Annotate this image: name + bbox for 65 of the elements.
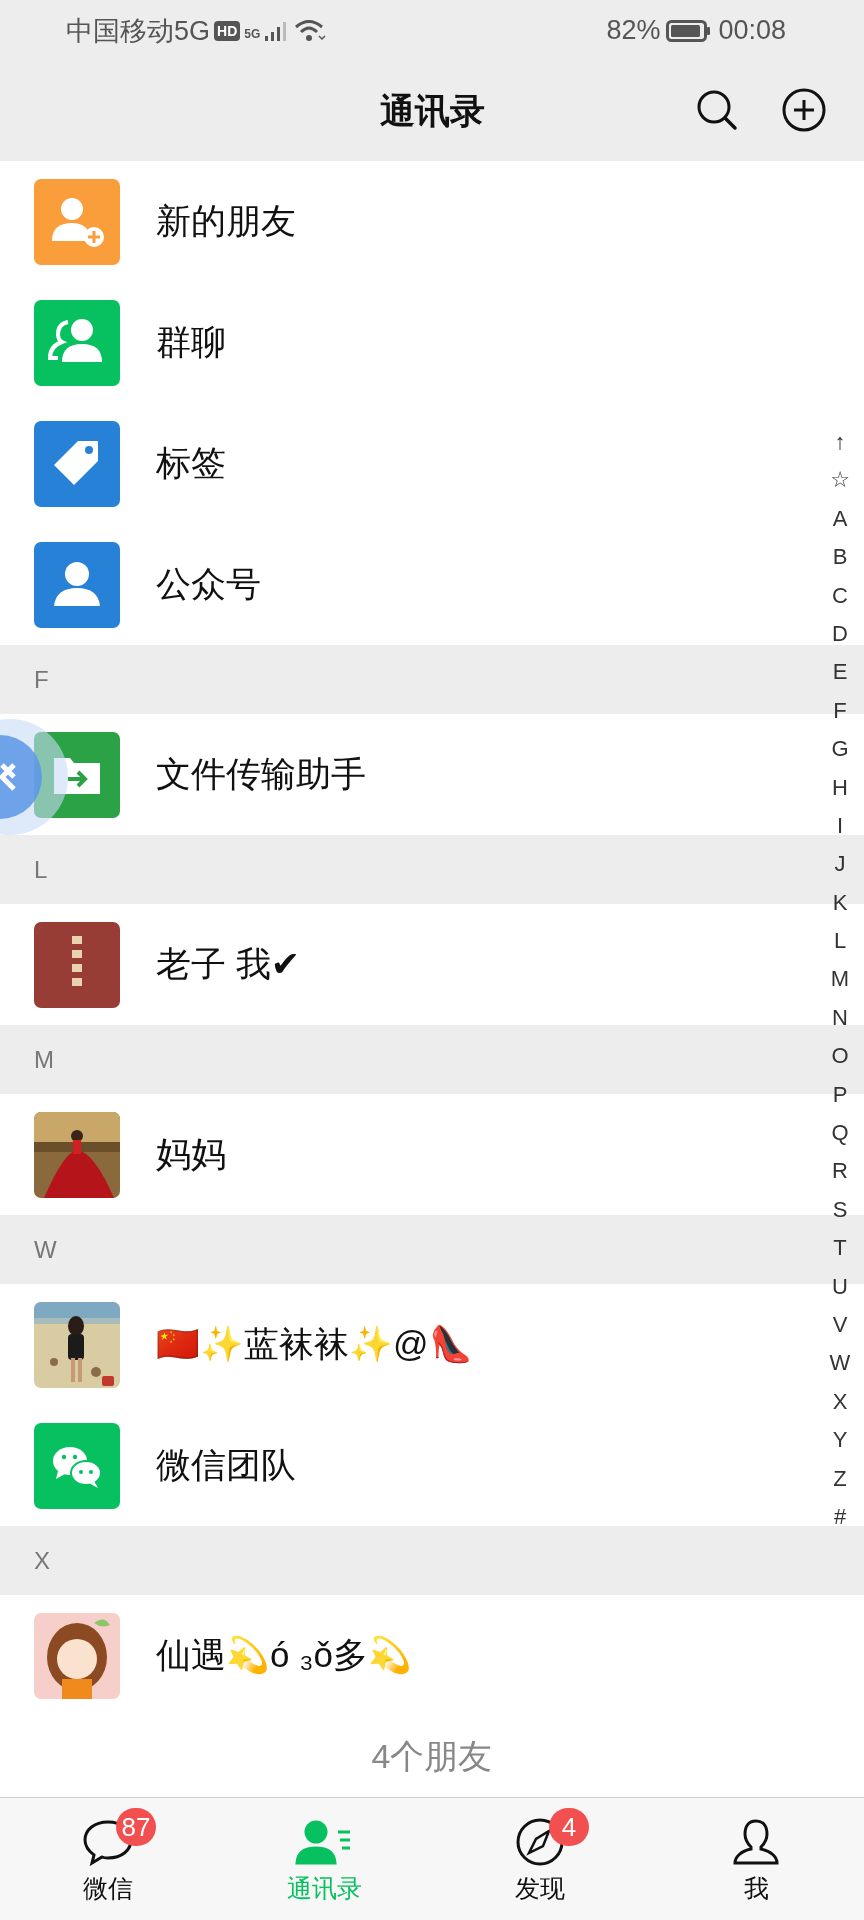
page-title: 通讯录: [379, 89, 485, 132]
nav-tab[interactable]: 4 发现: [432, 1798, 648, 1920]
index-letter[interactable]: Z: [833, 1459, 847, 1498]
index-letter[interactable]: L: [833, 922, 847, 961]
contact-name: 妈妈: [156, 1133, 226, 1175]
person-plus-icon: [34, 178, 120, 265]
index-letter[interactable]: A: [832, 499, 848, 539]
add-icon[interactable]: [782, 88, 826, 132]
person-icon: [34, 541, 120, 628]
index-letter[interactable]: H: [832, 768, 848, 807]
clock-time: 00:08: [718, 15, 786, 46]
nav-tab[interactable]: 87 微信: [0, 1798, 216, 1920]
index-letter[interactable]: #: [833, 1497, 847, 1537]
section-letter: M: [34, 1045, 54, 1074]
index-letter[interactable]: K: [832, 883, 848, 923]
contact-name: 老子 我✔: [156, 943, 301, 985]
chat-bubbles-icon: [34, 1422, 120, 1509]
contact-name: 群聊: [156, 320, 226, 363]
section-letter: F: [34, 665, 49, 694]
index-letter[interactable]: C: [832, 576, 848, 615]
unread-badge: 87: [116, 1807, 156, 1846]
index-letter[interactable]: Q: [831, 1114, 849, 1153]
tag-icon: [34, 420, 120, 507]
index-letter[interactable]: T: [833, 1229, 847, 1268]
unread-badge: 4: [549, 1807, 589, 1846]
battery-percent: 82%: [606, 15, 661, 46]
people-icon: [34, 299, 120, 386]
contact-name: 仙遇💫ó ₃ǒ多💫: [156, 1634, 412, 1677]
index-letter[interactable]: Y: [832, 1421, 848, 1460]
index-letter[interactable]: ☆: [830, 461, 850, 500]
index-letter[interactable]: B: [832, 538, 848, 577]
index-letter[interactable]: O: [831, 1037, 849, 1076]
index-letter[interactable]: I: [836, 806, 844, 846]
contact-name: 新的朋友: [156, 199, 296, 242]
nav-tab[interactable]: 我: [648, 1798, 864, 1920]
battery-icon: [666, 18, 713, 43]
hd-badge: HD: [214, 20, 241, 41]
contact-name: 标签: [156, 441, 226, 484]
section-letter: W: [34, 1235, 57, 1264]
index-letter[interactable]: E: [832, 653, 848, 692]
friend-count: 4个朋友: [371, 1735, 493, 1777]
contact-name: 🇨🇳✨蓝袜袜✨@👠: [156, 1322, 473, 1366]
index-letter[interactable]: N: [832, 998, 848, 1038]
index-letter[interactable]: D: [832, 614, 848, 654]
network-label: 5G: [244, 26, 261, 41]
index-letter[interactable]: J: [834, 845, 846, 884]
index-letter[interactable]: V: [832, 1306, 848, 1345]
carrier-text: 中国移动5G: [66, 14, 211, 48]
index-letter[interactable]: X: [832, 1382, 848, 1422]
index-letter[interactable]: U: [832, 1267, 848, 1306]
index-letter[interactable]: P: [832, 1075, 848, 1115]
wifi-icon: [294, 18, 327, 43]
index-letter[interactable]: G: [831, 730, 849, 769]
contact-name: 文件传输助手: [156, 753, 366, 795]
section-letter: L: [34, 855, 48, 884]
search-icon[interactable]: [696, 89, 738, 131]
contact-name: 公众号: [156, 563, 261, 605]
contact-name: 微信团队: [156, 1444, 296, 1486]
index-letter[interactable]: F: [833, 691, 847, 731]
index-letter[interactable]: ↑: [834, 423, 846, 462]
index-letter[interactable]: S: [832, 1190, 848, 1230]
section-letter: X: [34, 1546, 50, 1575]
index-letter[interactable]: R: [832, 1152, 848, 1191]
index-letter[interactable]: M: [830, 960, 850, 999]
index-letter[interactable]: W: [829, 1344, 851, 1383]
